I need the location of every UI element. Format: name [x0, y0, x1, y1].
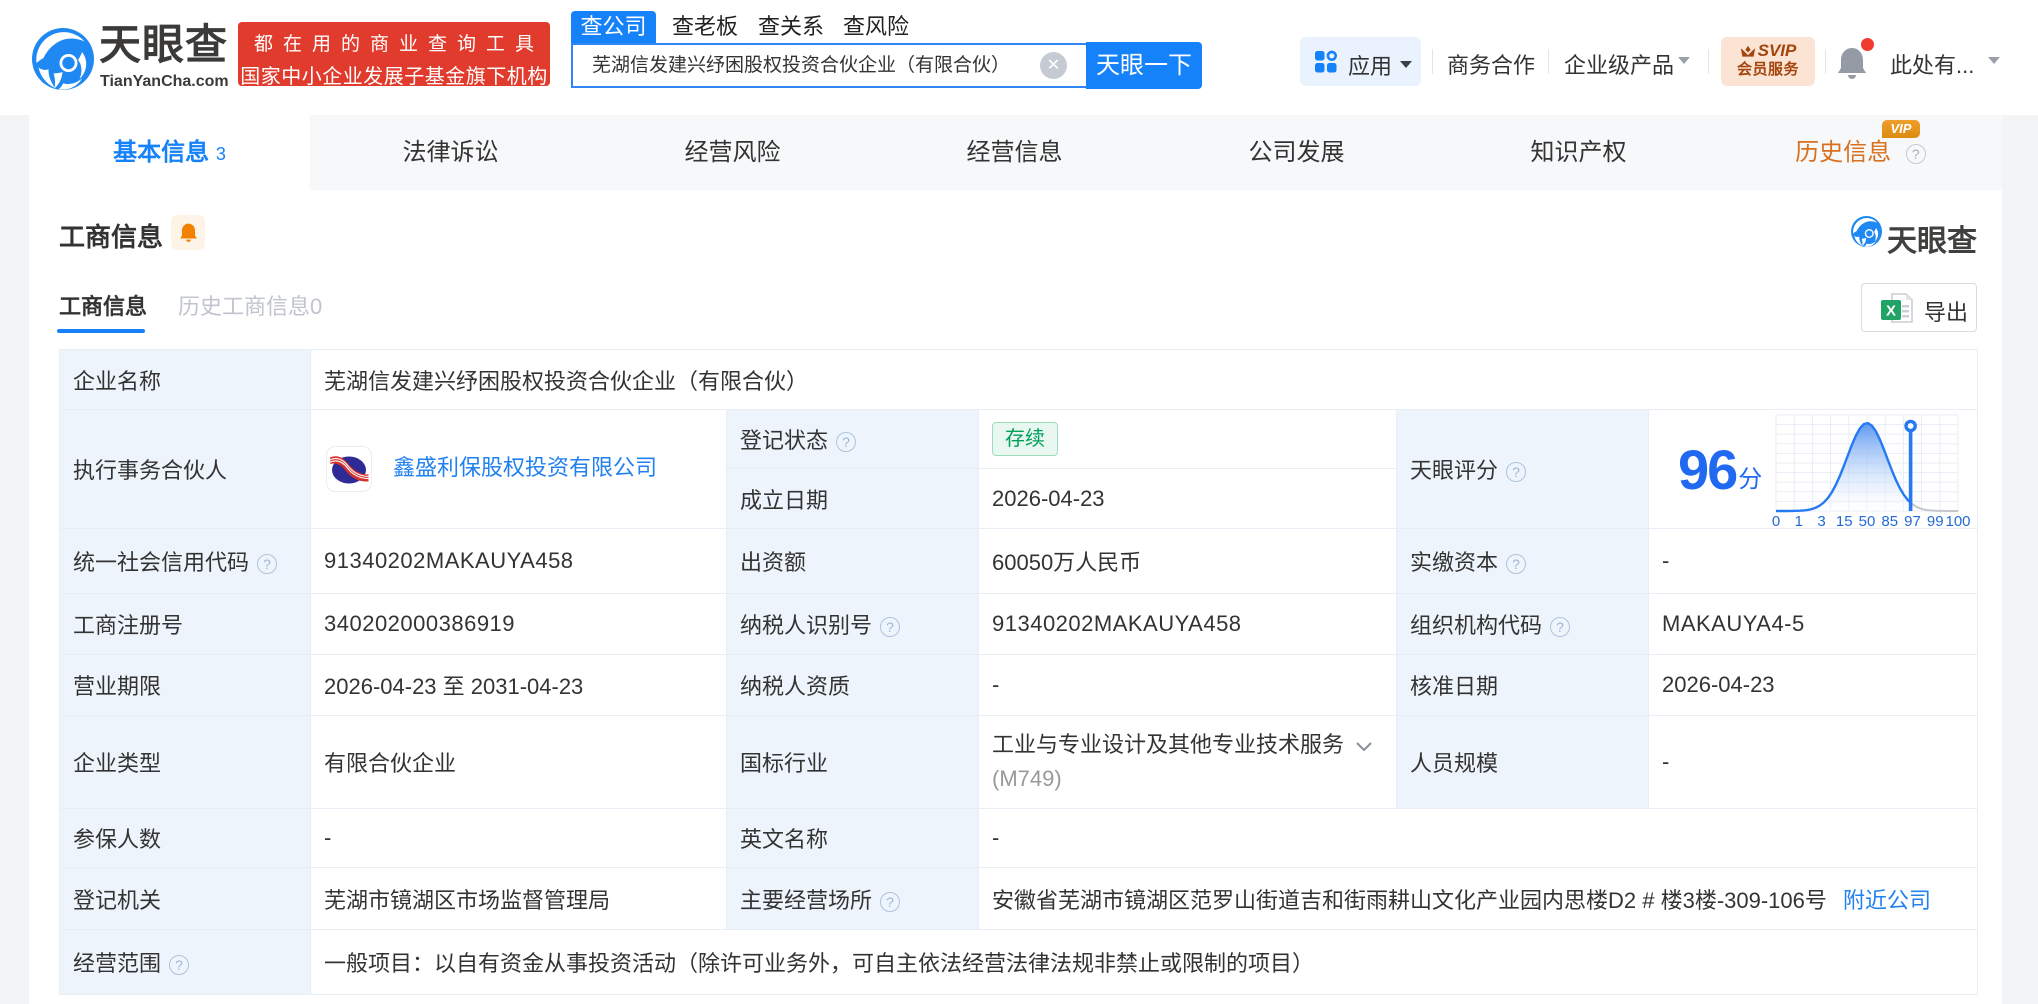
svg-text:X: X [1886, 303, 1896, 320]
svg-text:15: 15 [1836, 513, 1853, 527]
svg-text:3: 3 [1818, 513, 1826, 527]
svg-text:99: 99 [1927, 513, 1944, 527]
svg-text:0: 0 [1772, 513, 1780, 527]
svg-text:50: 50 [1859, 513, 1876, 527]
svg-text:85: 85 [1882, 513, 1899, 527]
svg-text:97: 97 [1904, 513, 1921, 527]
svg-text:100: 100 [1946, 513, 1971, 527]
svg-text:1: 1 [1795, 513, 1803, 527]
